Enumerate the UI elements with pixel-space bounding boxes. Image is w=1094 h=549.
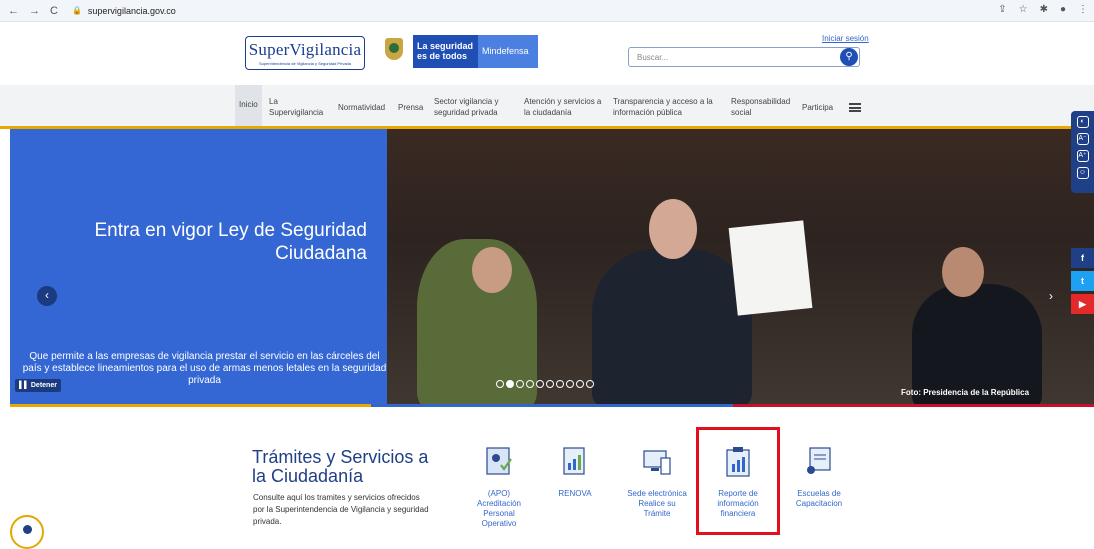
menu-item-la-supervigilancia[interactable]: La Supervigilancia: [269, 96, 331, 118]
menu-item-atencion[interactable]: Atención y servicios a la ciudadanía: [524, 96, 604, 118]
profile-icon[interactable]: ●: [1060, 4, 1066, 15]
bar-blue: [371, 404, 733, 407]
slide-dot[interactable]: [556, 380, 564, 388]
hero-subtitle: Que permite a las empresas de vigilancia…: [22, 351, 387, 386]
logo-subtext: Superintendencia de Vigilancia y Segurid…: [259, 61, 351, 66]
slide-dot[interactable]: [516, 380, 524, 388]
official-head: [942, 247, 984, 297]
menu-item-normatividad[interactable]: Normatividad: [338, 102, 385, 113]
service-escuelas[interactable]: Escuelas de Capacitacion: [786, 446, 852, 509]
slide-dot[interactable]: [576, 380, 584, 388]
menu-item-prensa[interactable]: Prensa: [398, 102, 423, 113]
gov-brand-slogan: La seguridad es de todos: [413, 35, 478, 68]
next-slide-button[interactable]: ›: [1049, 289, 1053, 303]
login-link[interactable]: Iniciar sesión: [822, 34, 869, 43]
flag-bars: [10, 404, 1094, 407]
signed-document-image: [728, 220, 813, 316]
stop-label: Detener: [30, 382, 57, 389]
bar-yellow: [10, 404, 372, 407]
slide-dot-active[interactable]: [506, 380, 514, 388]
contrast-icon[interactable]: ◐: [1076, 116, 1089, 128]
menu-item-participa[interactable]: Participa: [802, 102, 833, 113]
accessibility-icon[interactable]: [10, 515, 44, 549]
president-head: [649, 199, 697, 259]
increase-font-icon[interactable]: A⁺: [1076, 150, 1089, 162]
gov-brand-ministry: Mindefensa: [478, 35, 538, 68]
search-input[interactable]: Buscar...: [628, 47, 860, 67]
menu-item-inicio[interactable]: Inicio: [235, 85, 262, 129]
service-label: Sede electrónica Realice su Trámite: [627, 489, 687, 518]
services-description: Consulte aquí los tramites y servicios o…: [253, 493, 429, 526]
slider-dots: [496, 380, 594, 388]
president-figure: [592, 249, 752, 406]
highlight-box: [696, 427, 780, 535]
youtube-icon[interactable]: ▶: [1071, 294, 1094, 314]
computer-icon: [643, 450, 671, 475]
supervigilancia-logo[interactable]: SuperVigilancia Superintendencia de Vigi…: [245, 36, 365, 70]
hero-slider: Entra en vigor Ley de Seguridad Ciudadan…: [10, 129, 1094, 406]
reload-icon[interactable]: C: [50, 5, 58, 17]
logo-text: SuperVigilancia: [248, 40, 362, 59]
browser-nav: ← → C: [8, 5, 58, 17]
services-title: Trámites y Servicios a la Ciudadanía: [252, 447, 429, 486]
url-text: supervigilancia.gov.co: [87, 5, 176, 16]
service-renova[interactable]: RENOVA: [542, 446, 608, 499]
slide-dot[interactable]: [526, 380, 534, 388]
slide-dot[interactable]: [546, 380, 554, 388]
slide-dot[interactable]: [586, 380, 594, 388]
prev-slide-button[interactable]: ‹: [37, 286, 57, 306]
service-label: Escuelas de Capacitacion: [795, 489, 843, 508]
training-icon: [807, 447, 831, 474]
lock-icon: 🔒: [71, 6, 82, 15]
hero-photo: [387, 129, 1094, 406]
hero-title: Entra en vigor Ley de Seguridad Ciudadan…: [94, 220, 367, 264]
soldier-head: [472, 247, 512, 293]
extension-icon[interactable]: ✱: [1040, 4, 1048, 15]
services-section: Trámites y Servicios a la Ciudadanía Con…: [0, 410, 1094, 536]
site-header: SuperVigilancia Superintendencia de Vigi…: [0, 22, 1094, 85]
slide-dot[interactable]: [566, 380, 574, 388]
gov-brand[interactable]: La seguridad es de todos Mindefensa: [413, 35, 538, 68]
twitter-icon[interactable]: t: [1071, 271, 1094, 291]
forward-icon[interactable]: →: [29, 5, 40, 17]
badge-check-icon: [486, 447, 512, 475]
service-label: (APO) Acreditación Personal Operativo: [476, 489, 522, 528]
menu-item-responsabilidad[interactable]: Responsabilidad social: [731, 96, 797, 118]
slide-dot[interactable]: [496, 380, 504, 388]
hamburger-menu-icon[interactable]: [849, 103, 861, 112]
browser-toolbar: ← → C 🔒 supervigilancia.gov.co ⇪ ☆ ✱ ● ⋮: [0, 0, 1094, 22]
service-apo[interactable]: (APO) Acreditación Personal Operativo: [466, 446, 532, 529]
photo-credit: Foto: Presidencia de la República: [901, 388, 1030, 397]
back-icon[interactable]: ←: [8, 5, 19, 17]
star-icon[interactable]: ☆: [1019, 4, 1028, 15]
accessibility-toolbar: ◐ A⁻ A⁺ ☺: [1071, 111, 1094, 193]
coat-of-arms-icon: [385, 38, 403, 60]
menu-item-transparencia[interactable]: Transparencia y acceso a la información …: [613, 96, 723, 118]
search-icon[interactable]: ⚲: [840, 48, 858, 66]
sign-language-icon[interactable]: ☺: [1076, 167, 1089, 179]
bar-red: [732, 404, 1094, 407]
decrease-font-icon[interactable]: A⁻: [1076, 133, 1089, 145]
browser-actions: ⇪ ☆ ✱ ● ⋮: [998, 4, 1088, 15]
share-icon[interactable]: ⇪: [998, 4, 1006, 15]
slide-dot[interactable]: [536, 380, 544, 388]
main-menu: Inicio La Supervigilancia Normatividad P…: [0, 85, 1094, 129]
service-sede-electronica[interactable]: Sede electrónica Realice su Trámite: [624, 446, 690, 519]
address-bar[interactable]: 🔒 supervigilancia.gov.co: [72, 6, 176, 16]
facebook-icon[interactable]: f: [1071, 248, 1094, 268]
menu-item-sector[interactable]: Sector vigilancia y seguridad privada: [434, 96, 516, 118]
chart-document-icon: [563, 447, 585, 475]
stop-slider-button[interactable]: ▌▌ Detener: [15, 379, 61, 392]
menu-icon[interactable]: ⋮: [1078, 4, 1088, 15]
service-label: RENOVA: [558, 489, 592, 498]
